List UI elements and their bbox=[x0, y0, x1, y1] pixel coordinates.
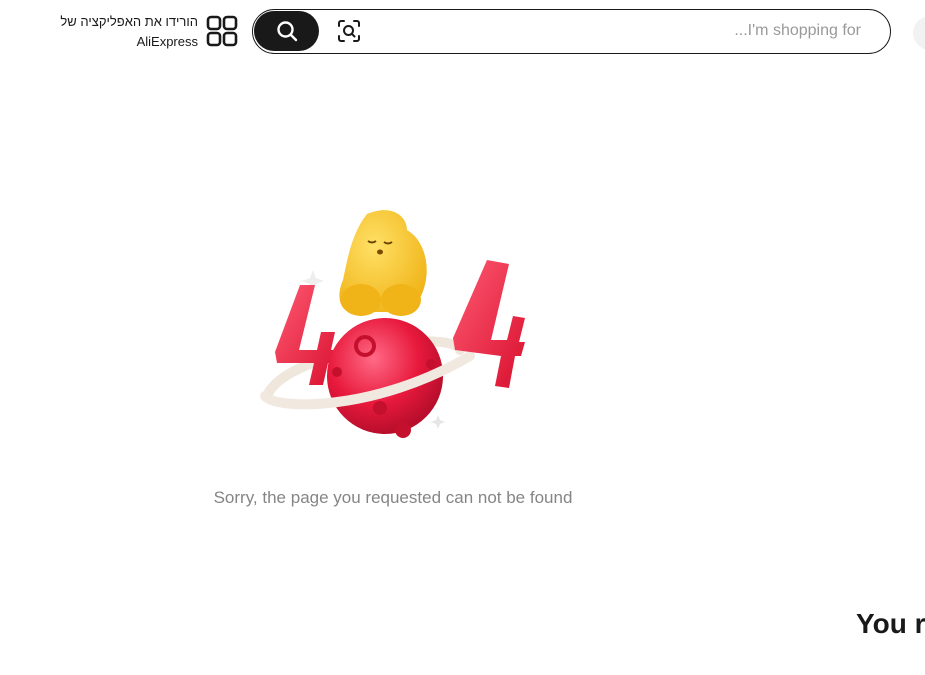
section-title: You r bbox=[856, 608, 925, 639]
top-header: הורידו את האפליקציה של AliExpress bbox=[0, 0, 925, 64]
search-input[interactable] bbox=[373, 16, 861, 46]
account-avatar-partial[interactable] bbox=[913, 15, 925, 51]
image-search-icon[interactable] bbox=[337, 19, 361, 43]
app-promo-line1: הורידו את האפליקציה של bbox=[60, 14, 198, 29]
search-bar bbox=[252, 9, 891, 54]
app-download-link[interactable]: הורידו את האפליקציה של AliExpress bbox=[48, 12, 198, 52]
error-message: Sorry, the page you requested can not be… bbox=[213, 488, 573, 507]
qr-code-icon[interactable] bbox=[206, 15, 238, 47]
app-promo-line2: AliExpress bbox=[136, 34, 198, 49]
search-icon bbox=[276, 21, 297, 42]
search-button[interactable] bbox=[254, 11, 319, 51]
404-illustration bbox=[260, 210, 525, 438]
